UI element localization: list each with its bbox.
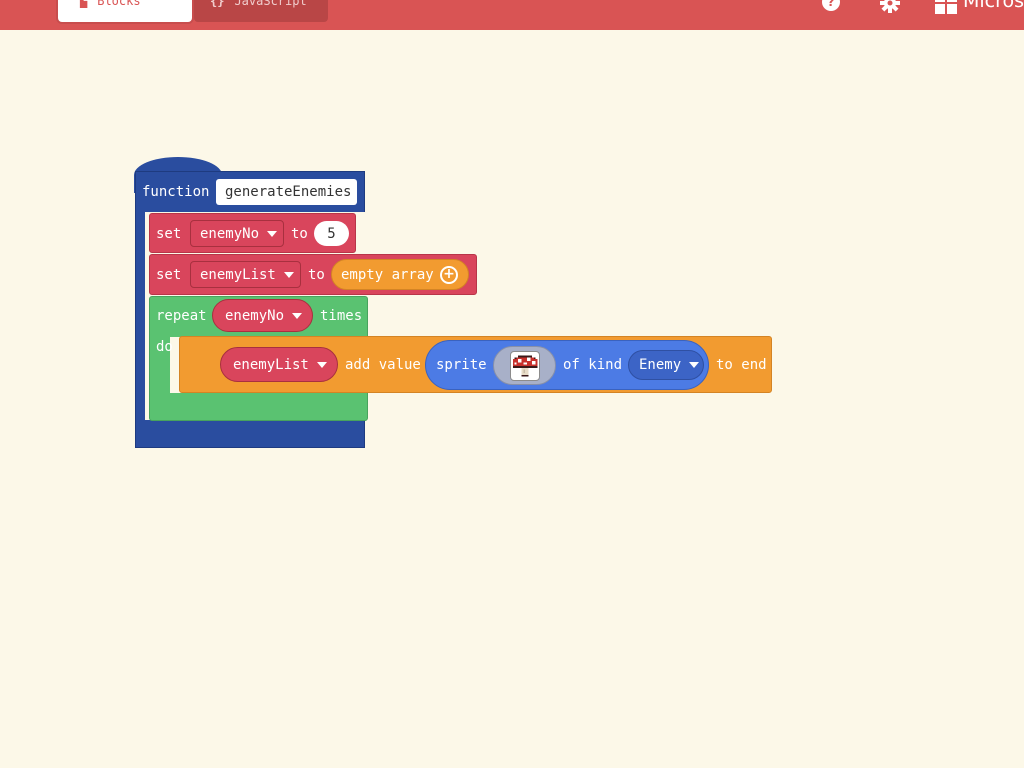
function-keyword: function bbox=[142, 184, 210, 200]
enemyno-value-input[interactable]: 5 bbox=[314, 221, 349, 246]
chevron-down-icon bbox=[267, 230, 278, 237]
repeat-variable-label: enemyNo bbox=[225, 307, 285, 324]
windows-logo-icon bbox=[935, 0, 957, 14]
enemylist-variable-dropdown[interactable]: enemyList bbox=[190, 261, 301, 288]
to-label: to bbox=[291, 226, 308, 242]
sprite-label: sprite bbox=[436, 357, 487, 373]
svg-text:?: ? bbox=[828, 0, 835, 9]
empty-array-label: empty array bbox=[341, 267, 434, 283]
chevron-down-icon bbox=[689, 362, 700, 368]
chevron-down-icon bbox=[316, 361, 327, 368]
mushroom-sprite-icon bbox=[510, 351, 540, 381]
do-label: do bbox=[156, 339, 173, 355]
repeat-count-variable[interactable]: enemyNo bbox=[212, 299, 313, 332]
brand-name: Micros bbox=[963, 0, 1024, 12]
times-label: times bbox=[320, 308, 363, 324]
help-icon[interactable]: ? bbox=[821, 0, 841, 12]
enemylist-label: enemyList bbox=[233, 356, 309, 373]
blocks-icon: ▙ bbox=[80, 0, 88, 8]
enemylist-variable-label: enemyList bbox=[200, 266, 276, 283]
sprite-kind-dropdown[interactable]: Enemy bbox=[628, 350, 704, 380]
chevron-down-icon bbox=[292, 312, 303, 319]
of-kind-label: of kind bbox=[563, 357, 623, 373]
add-plus-icon[interactable]: + bbox=[440, 266, 458, 284]
set-keyword: set bbox=[156, 226, 182, 242]
chevron-down-icon bbox=[283, 271, 294, 278]
top-toolbar: ▙ Blocks {} JavaScript ? Micros bbox=[0, 0, 1024, 30]
enemyno-variable-label: enemyNo bbox=[200, 225, 260, 242]
function-name-field[interactable]: generateEnemies bbox=[216, 179, 357, 205]
sprite-image-field[interactable] bbox=[493, 346, 556, 385]
tab-javascript[interactable]: {} JavaScript bbox=[194, 0, 328, 22]
tab-javascript-label: JavaScript bbox=[234, 0, 307, 8]
add-value-label: add value bbox=[345, 357, 421, 373]
enemyno-variable-dropdown[interactable]: enemyNo bbox=[190, 220, 284, 247]
repeat-keyword: repeat bbox=[156, 308, 207, 324]
sprite-of-kind-block[interactable]: sprite of kind Enemy bbox=[425, 340, 709, 390]
sprite-kind-value: Enemy bbox=[639, 357, 682, 373]
tab-blocks-label: Blocks bbox=[97, 0, 141, 8]
empty-array-block[interactable]: empty array + bbox=[331, 259, 469, 290]
to-end-label: to end bbox=[716, 357, 767, 373]
brand-logo[interactable]: Micros bbox=[935, 0, 1024, 14]
set-keyword: set bbox=[156, 267, 182, 283]
enemylist-variable-pill[interactable]: enemyList bbox=[220, 347, 338, 382]
code-braces-icon: {} bbox=[210, 0, 225, 8]
gear-icon[interactable] bbox=[879, 0, 900, 13]
tab-blocks[interactable]: ▙ Blocks bbox=[58, 0, 192, 22]
to-label: to bbox=[308, 267, 325, 283]
